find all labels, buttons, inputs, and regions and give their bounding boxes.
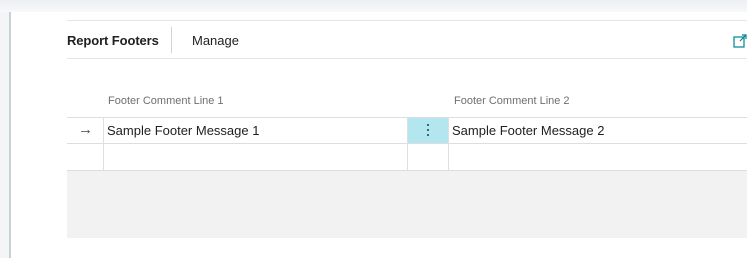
empty-list-area	[67, 171, 747, 238]
row-menu-button[interactable]	[408, 118, 448, 144]
column-header-footer-comment-line-2[interactable]: Footer Comment Line 2	[454, 95, 570, 107]
tab-manage[interactable]: Manage	[192, 33, 239, 48]
report-footers-part: Report Footers Manage Footer Comment Lin…	[67, 20, 747, 258]
footer-line-2-cell[interactable]: Sample Footer Message 2	[452, 123, 604, 138]
tab-report-footers[interactable]: Report Footers	[67, 33, 159, 48]
left-edge	[9, 12, 11, 258]
header-underline	[67, 58, 747, 59]
arrow-right-icon: →	[78, 121, 93, 138]
top-shade	[0, 0, 747, 12]
more-vertical-icon	[427, 124, 429, 138]
table-row[interactable]	[67, 143, 747, 171]
table-row[interactable]: → Sample Footer Message 1 Sample Footer …	[67, 117, 747, 144]
part-action-bar: Report Footers Manage	[67, 21, 747, 59]
left-edge-shadow	[0, 12, 9, 258]
column-header-footer-comment-line-1[interactable]: Footer Comment Line 1	[108, 95, 224, 107]
expand-icon[interactable]	[733, 34, 747, 48]
tab-separator	[171, 27, 172, 53]
footer-line-1-cell[interactable]: Sample Footer Message 1	[107, 123, 259, 138]
